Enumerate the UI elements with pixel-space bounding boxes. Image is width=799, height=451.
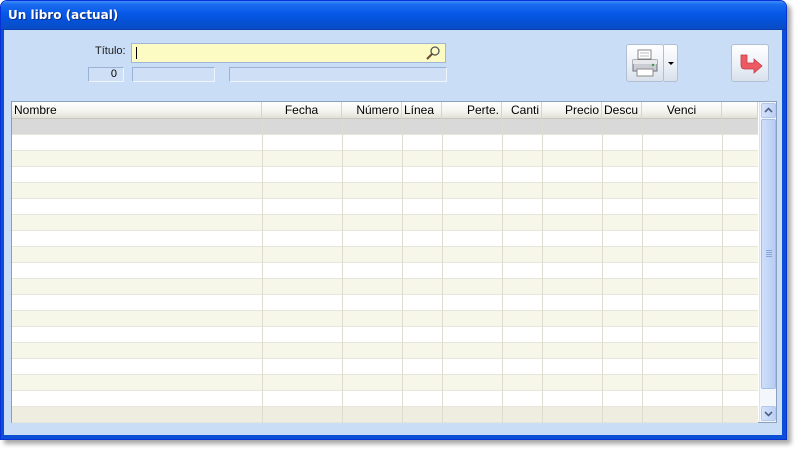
window-frame-bottom (1, 435, 786, 439)
table-row[interactable] (12, 135, 758, 151)
table-row[interactable] (12, 407, 758, 423)
table-row[interactable] (12, 151, 758, 167)
search-icon[interactable] (424, 45, 442, 61)
print-button[interactable] (626, 44, 664, 82)
title-search-input[interactable] (134, 45, 416, 61)
column-divider (442, 119, 443, 423)
column-divider (402, 119, 403, 423)
chevron-down-icon (764, 411, 773, 417)
table-row[interactable] (12, 343, 758, 359)
window-frame-right (782, 30, 786, 439)
table-row[interactable] (12, 391, 758, 407)
table-row[interactable] (12, 263, 758, 279)
chevron-up-icon (764, 107, 773, 113)
table-row[interactable] (12, 183, 758, 199)
table-row-selected[interactable] (12, 119, 758, 135)
column-header-extra (722, 102, 758, 119)
column-header-venci[interactable]: Venci (642, 102, 722, 119)
table-row[interactable] (12, 215, 758, 231)
exit-button[interactable] (731, 44, 769, 82)
client-area: Título: 0 Nombre Fecha Número Línea Pert… (4, 30, 782, 435)
column-divider (342, 119, 343, 423)
table-row[interactable] (12, 311, 758, 327)
scroll-thumb[interactable] (761, 119, 776, 389)
column-header-nombre[interactable]: Nombre (12, 102, 262, 119)
column-divider (642, 119, 643, 423)
table-row[interactable] (12, 199, 758, 215)
table-row[interactable] (12, 279, 758, 295)
scroll-down-button[interactable] (761, 406, 776, 421)
main-window: Un libro (actual) Título: 0 Nombre Fecha… (0, 0, 787, 440)
table-row[interactable] (12, 375, 758, 391)
grip-icon (766, 250, 772, 257)
data-grid[interactable]: Nombre Fecha Número Línea Perte. Canti P… (11, 101, 777, 423)
title-search-field[interactable] (131, 43, 446, 63)
column-header-numero[interactable]: Número (342, 102, 402, 119)
column-header-descu[interactable]: Descu (602, 102, 642, 119)
vertical-scrollbar[interactable] (759, 102, 776, 422)
column-header-perte[interactable]: Perte. (442, 102, 502, 119)
info-field-2 (229, 67, 447, 82)
record-count: 0 (88, 67, 124, 82)
column-header-precio[interactable]: Precio (542, 102, 602, 119)
column-header-canti[interactable]: Canti (502, 102, 542, 119)
dropdown-arrow-icon (668, 62, 674, 65)
table-row[interactable] (12, 247, 758, 263)
grid-header: Nombre Fecha Número Línea Perte. Canti P… (12, 102, 758, 119)
column-divider (262, 119, 263, 423)
title-label: Título: (95, 45, 126, 57)
table-row[interactable] (12, 327, 758, 343)
window-title: Un libro (actual) (8, 8, 119, 22)
table-row[interactable] (12, 167, 758, 183)
table-row[interactable] (12, 231, 758, 247)
title-bar[interactable]: Un libro (actual) (1, 1, 786, 30)
column-divider (602, 119, 603, 423)
column-header-fecha[interactable]: Fecha (262, 102, 342, 119)
text-caret (136, 47, 137, 59)
scroll-up-button[interactable] (761, 103, 776, 118)
column-divider (542, 119, 543, 423)
column-divider (722, 119, 723, 423)
grid-rows (12, 119, 758, 423)
info-field-1 (132, 67, 215, 82)
print-options-button[interactable] (664, 44, 678, 82)
column-header-linea[interactable]: Línea (402, 102, 442, 119)
table-row[interactable] (12, 359, 758, 375)
table-row[interactable] (12, 295, 758, 311)
column-divider (502, 119, 503, 423)
